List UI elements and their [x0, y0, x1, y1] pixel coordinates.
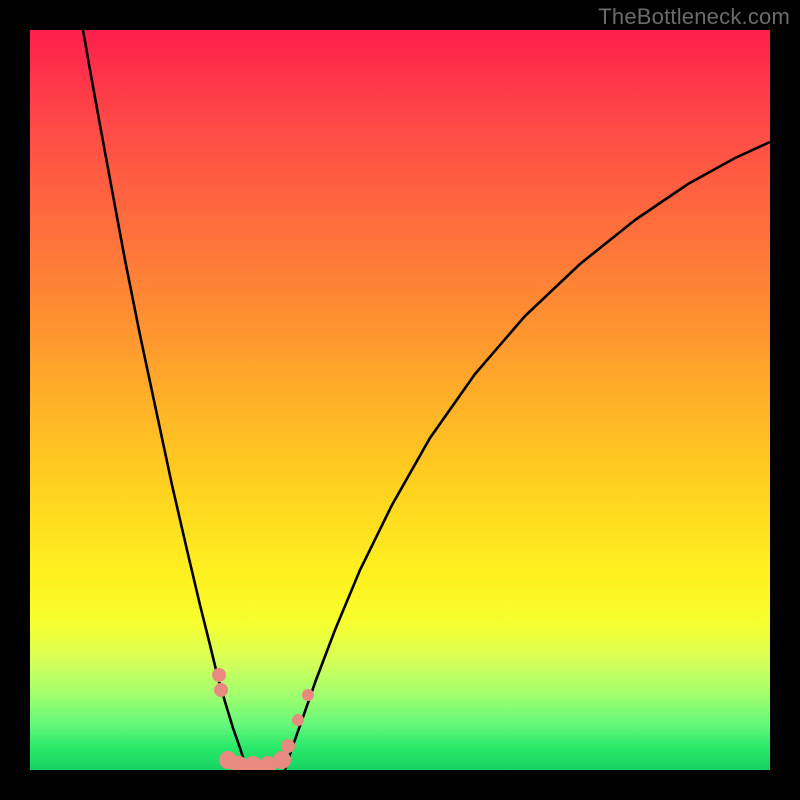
left-branch-path: [83, 30, 247, 770]
data-marker: [302, 689, 314, 701]
data-marker: [292, 714, 304, 726]
right-branch-path: [285, 142, 770, 770]
data-marker: [273, 751, 291, 769]
chart-frame: TheBottleneck.com: [0, 0, 800, 800]
data-marker: [214, 683, 228, 697]
data-marker: [212, 668, 226, 682]
watermark-text: TheBottleneck.com: [598, 4, 790, 30]
data-marker: [281, 739, 295, 753]
marker-group: [212, 668, 314, 770]
curve-svg: [30, 30, 770, 770]
plot-area: [30, 30, 770, 770]
